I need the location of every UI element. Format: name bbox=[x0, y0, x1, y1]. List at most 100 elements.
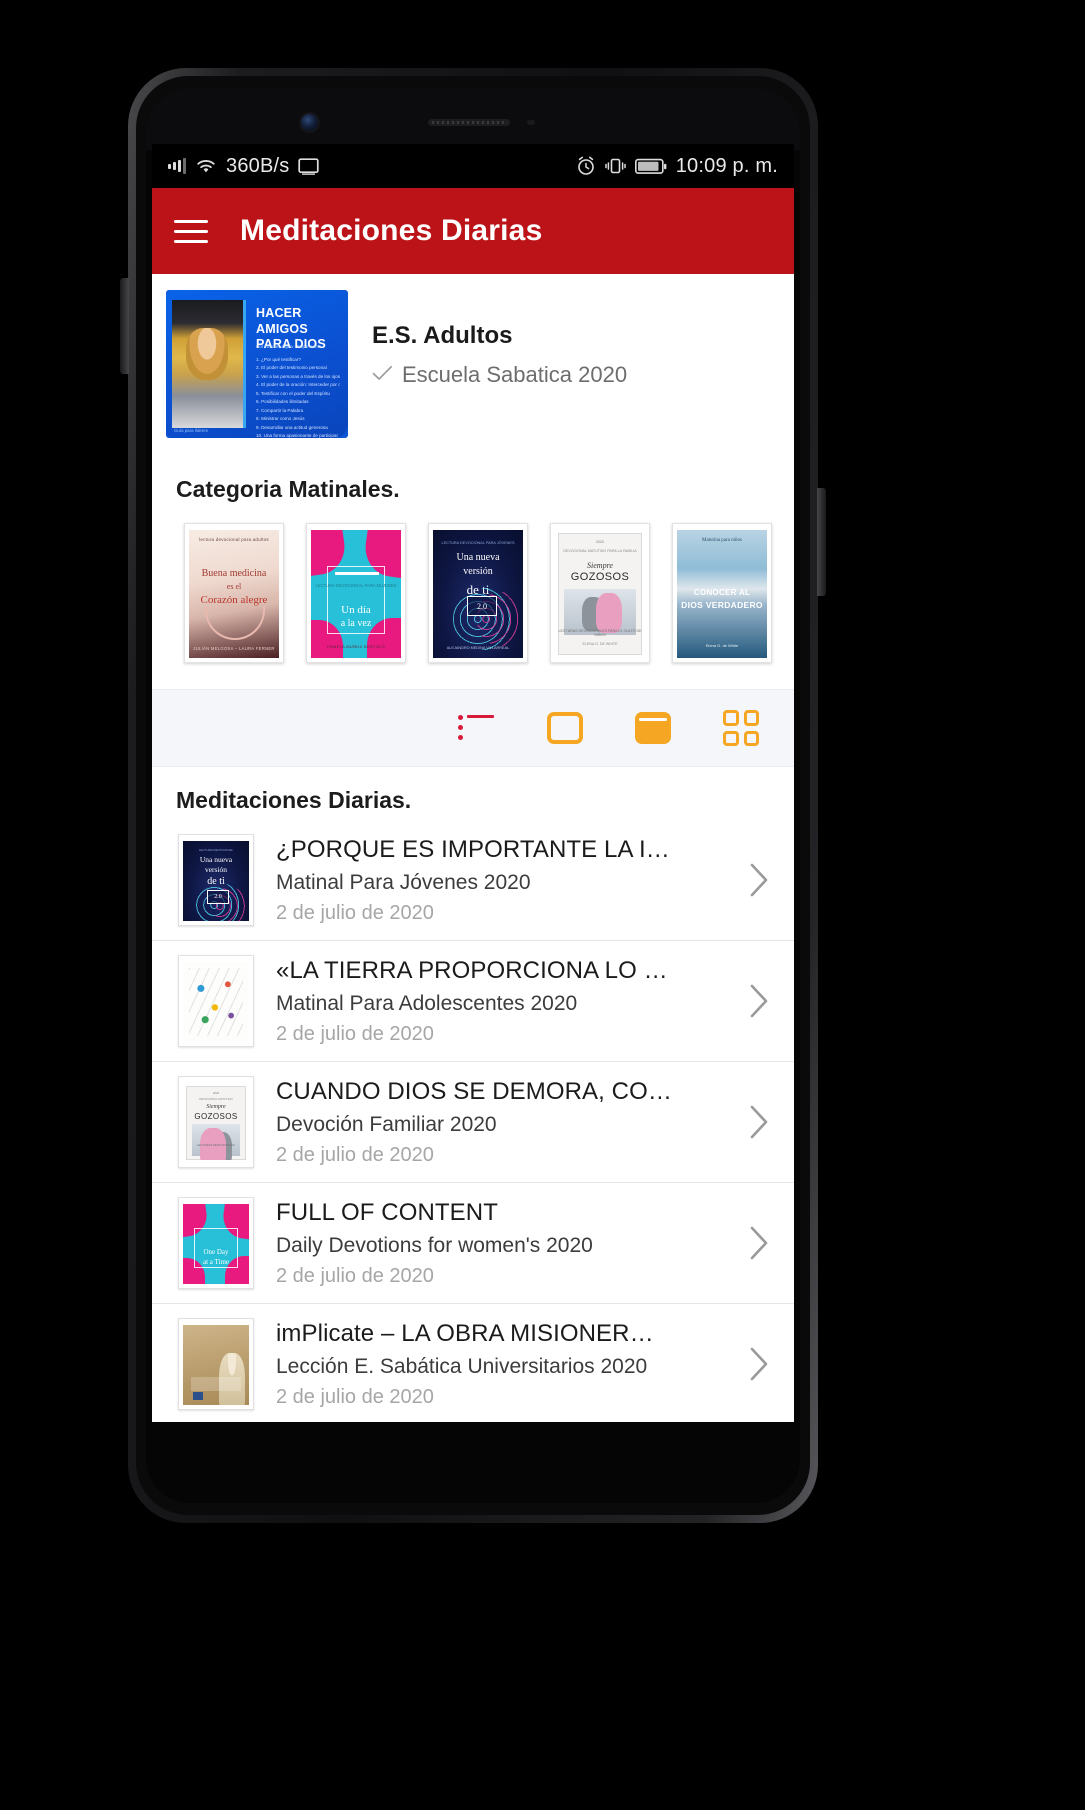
network-speed: 360B/s bbox=[226, 154, 290, 177]
grid-view-button[interactable] bbox=[718, 705, 764, 751]
chevron-right-icon[interactable] bbox=[748, 1105, 778, 1139]
list-section-title: Meditaciones Diarias. bbox=[176, 787, 412, 813]
list-item-date: 2 de julio de 2020 bbox=[276, 1022, 434, 1045]
toc-item: 9. Desarrollar una actitud generosa bbox=[256, 424, 328, 430]
featured-book-card[interactable]: HACER AMIGOS PARA DIOS Por Timoteo Ojala… bbox=[152, 274, 794, 456]
status-bar: 360B/s 10:09 p. m. bbox=[152, 144, 794, 188]
cover-line2: es el bbox=[226, 582, 242, 591]
list-item[interactable]: LECTURA DEVOCIONAL Una nueva versión de … bbox=[152, 820, 794, 941]
cover-line1: Una nueva bbox=[456, 552, 500, 563]
list-item[interactable]: 2020 DEVOCIONAL MATUTINO Siempre GOZOSOS… bbox=[152, 1062, 794, 1183]
list-item-date: 2 de julio de 2020 bbox=[276, 1385, 434, 1408]
cover-line2: GOZOSOS bbox=[570, 571, 630, 583]
featured-cover-title-line1: HACER AMIGOS bbox=[256, 306, 308, 336]
page-title: Meditaciones Diarias bbox=[240, 214, 543, 247]
hamburger-menu-icon[interactable] bbox=[174, 219, 208, 243]
cover-badge: 2.0 bbox=[467, 596, 497, 616]
list-item-title: ¿PORQUE ES IMPORTANTE LA I… bbox=[276, 835, 670, 863]
phone-top-hardware bbox=[146, 88, 800, 150]
wifi-icon bbox=[195, 158, 217, 175]
cover-subkicker: DEVOCIONAL MATUTINO PARA LA FAMILIA bbox=[563, 549, 637, 553]
chevron-right-icon[interactable] bbox=[748, 863, 778, 897]
app-screen: 360B/s 10:09 p. m. Meditaciones Diarias … bbox=[152, 144, 794, 1422]
carousel-book-item[interactable]: 2020 DEVOCIONAL MATUTINO PARA LA FAMILIA… bbox=[550, 523, 650, 663]
cover-kicker: LECTURA DEVOCIONAL PARA JÓVENES bbox=[441, 541, 515, 545]
toc-item: 3. Ver a las personas a través de los oj… bbox=[256, 373, 340, 379]
toc-item: 2. El poder del testimonio personal bbox=[256, 365, 327, 371]
check-icon bbox=[372, 363, 393, 387]
list-item-thumbnail: 2020 DEVOCIONAL MATUTINO Siempre GOZOSOS… bbox=[178, 1076, 254, 1168]
featured-cover-toc: 1. ¿Por qué testificar? 2. El poder del … bbox=[256, 356, 340, 438]
carousel-book-item[interactable]: Matutina para niños CONOCER AL DIOS VERD… bbox=[672, 523, 772, 663]
chevron-right-icon[interactable] bbox=[748, 1347, 778, 1381]
cover-kicker: 2020 bbox=[596, 540, 604, 544]
cover-line1: Un día bbox=[341, 604, 371, 616]
power-button[interactable] bbox=[817, 488, 826, 596]
vibrate-icon bbox=[604, 157, 626, 175]
list-item-text: «LA TIERRA PROPORCIONA LO … Matinal Para… bbox=[276, 957, 738, 1046]
cover-line1: Buena medicina bbox=[201, 568, 267, 579]
toc-item: 4. El poder de la oración: Interceder po… bbox=[256, 382, 340, 388]
card-view-button[interactable] bbox=[542, 705, 588, 751]
grid-view-icon bbox=[723, 710, 759, 746]
list-item-subtitle: Matinal Para Adolescentes 2020 bbox=[276, 991, 578, 1015]
list-item-title: CUANDO DIOS SE DEMORA, CO… bbox=[276, 1077, 672, 1105]
carousel-book-item[interactable]: lectura devocional para adultos Buena me… bbox=[184, 523, 284, 663]
cover-line1: CONOCER AL bbox=[693, 588, 751, 597]
list-item-date: 2 de julio de 2020 bbox=[276, 1143, 434, 1166]
list-item-title: «LA TIERRA PROPORCIONA LO … bbox=[276, 956, 668, 984]
cover-author: ALEJANDRO MEDINA VILLARREAL bbox=[446, 646, 510, 650]
toc-item: 10. Una forma apasionante de participar bbox=[256, 433, 338, 438]
featured-cover-footer: Guía para líderes bbox=[174, 428, 208, 433]
list-item-subtitle: Daily Devotions for women's 2020 bbox=[276, 1233, 593, 1257]
toc-item: 8. Ministrar como Jesús bbox=[256, 416, 305, 422]
card-outline-icon bbox=[547, 712, 583, 744]
featured-cover-photo bbox=[172, 300, 246, 428]
featured-info: E.S. Adultos Escuela Sabatica 2020 bbox=[348, 290, 627, 388]
list-item-thumbnail bbox=[178, 955, 254, 1047]
cover-line2: DIOS VERDADERO bbox=[681, 600, 763, 610]
cover-author: JULIÁN MELGOSA – LAURA FERNER bbox=[193, 646, 275, 651]
status-bar-time: 10:09 p. m. bbox=[675, 154, 778, 177]
list-item-text: CUANDO DIOS SE DEMORA, CO… Devoción Fami… bbox=[276, 1078, 738, 1167]
list-item-subtitle: Matinal Para Jóvenes 2020 bbox=[276, 870, 531, 894]
chevron-right-icon[interactable] bbox=[748, 984, 778, 1018]
list-item[interactable]: One Day at a Time FULL OF CONTENT Daily … bbox=[152, 1183, 794, 1304]
category-carousel[interactable]: lectura devocional para adultos Buena me… bbox=[152, 503, 794, 689]
toc-item: 1. ¿Por qué testificar? bbox=[256, 357, 301, 362]
view-mode-toolbar bbox=[152, 689, 794, 767]
list-item-thumbnail bbox=[178, 1318, 254, 1410]
chevron-right-icon[interactable] bbox=[748, 1226, 778, 1260]
category-section-title: Categoria Matinales. bbox=[176, 476, 400, 502]
featured-book-cover[interactable]: HACER AMIGOS PARA DIOS Por Timoteo Ojala… bbox=[166, 290, 348, 438]
toc-item: 6. Posibilidades ilimitadas bbox=[256, 399, 309, 405]
cover-author: Elena G. de White bbox=[705, 643, 739, 648]
list-item-date: 2 de julio de 2020 bbox=[276, 1264, 434, 1287]
volume-button[interactable] bbox=[120, 278, 129, 374]
cover-author: PÁMELA MUÑOZ BERTOLÓ bbox=[327, 644, 385, 649]
cast-icon bbox=[298, 157, 320, 175]
signal-icon bbox=[168, 158, 186, 174]
stack-view-button[interactable] bbox=[630, 705, 676, 751]
list-item-subtitle: Lección E. Sabática Universitarios 2020 bbox=[276, 1354, 648, 1378]
cover-line2: versión bbox=[463, 566, 493, 577]
proximity-sensor bbox=[527, 120, 535, 125]
list-item[interactable]: imPlicate – LA OBRA MISIONER… Lección E.… bbox=[152, 1304, 794, 1422]
carousel-book-item[interactable]: LECTURA DEVOCIONAL PARA MUJERES Un día a… bbox=[306, 523, 406, 663]
cover-kicker: lectura devocional para adultos bbox=[199, 537, 269, 542]
list-view-icon bbox=[458, 715, 496, 741]
carousel-book-item[interactable]: LECTURA DEVOCIONAL PARA JÓVENES Una nuev… bbox=[428, 523, 528, 663]
toc-item: 5. Testificar con el poder del Espíritu bbox=[256, 390, 330, 396]
list-item-text: FULL OF CONTENT Daily Devotions for wome… bbox=[276, 1199, 738, 1288]
list-item[interactable]: «LA TIERRA PROPORCIONA LO … Matinal Para… bbox=[152, 941, 794, 1062]
alarm-icon bbox=[576, 156, 596, 176]
cover-kicker: LECTURA DEVOCIONAL PARA MUJERES bbox=[315, 583, 397, 588]
filled-card-icon bbox=[635, 712, 671, 744]
list-view-button[interactable] bbox=[454, 705, 500, 751]
list-item-title: FULL OF CONTENT bbox=[276, 1198, 498, 1226]
earpiece-speaker-grill bbox=[432, 121, 506, 124]
front-camera bbox=[301, 114, 318, 131]
cover-caption: LECTURAS DEVOCIONALES PARA EL CULTO DE N… bbox=[558, 629, 642, 637]
cover-author: ELENA G. DE WHITE bbox=[582, 642, 618, 646]
list-item-date: 2 de julio de 2020 bbox=[276, 901, 434, 924]
